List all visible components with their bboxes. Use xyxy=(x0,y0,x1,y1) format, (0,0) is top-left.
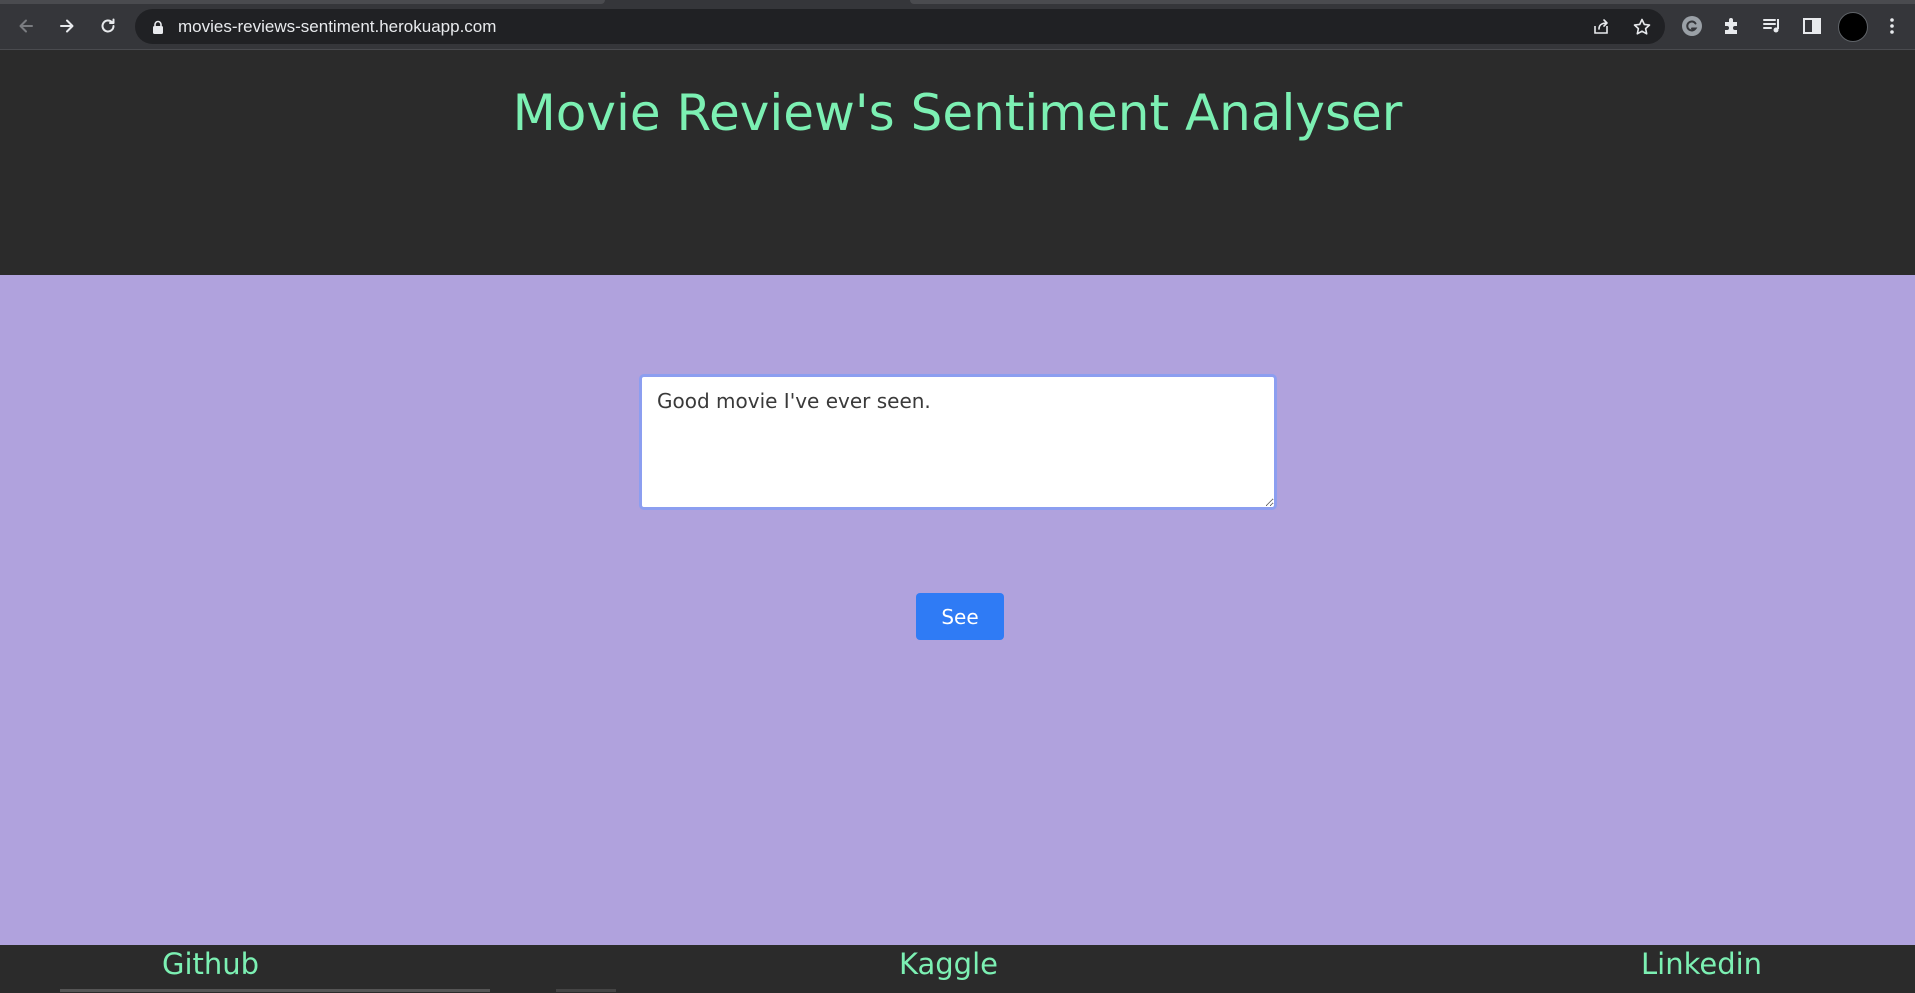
star-icon[interactable] xyxy=(1632,17,1652,37)
reload-button[interactable] xyxy=(92,10,124,42)
url-text[interactable]: movies-reviews-sentiment.herokuapp.com xyxy=(178,17,496,37)
page-title: Movie Review's Sentiment Analyser xyxy=(512,84,1403,142)
browser-window: movies-reviews-sentiment.herokuapp.com M… xyxy=(0,0,1915,993)
puzzle-icon[interactable] xyxy=(1720,14,1744,38)
tab-strip-edge xyxy=(910,0,1915,4)
back-button[interactable] xyxy=(10,10,42,42)
page-header: Movie Review's Sentiment Analyser xyxy=(0,50,1915,275)
review-input[interactable]: Good movie I've ever seen. xyxy=(639,374,1277,510)
horizontal-scrollbar[interactable] xyxy=(60,989,490,992)
tab-strip-edge xyxy=(0,0,605,4)
share-icon[interactable] xyxy=(1591,17,1611,37)
github-link[interactable]: Github xyxy=(162,947,259,981)
side-panel-icon[interactable] xyxy=(1800,14,1824,38)
grammarly-icon[interactable] xyxy=(1680,14,1704,38)
kaggle-link[interactable]: Kaggle xyxy=(899,947,998,981)
address-bar[interactable]: movies-reviews-sentiment.herokuapp.com xyxy=(135,9,1665,44)
kebab-menu-icon[interactable] xyxy=(1880,14,1904,38)
back-arrow-icon xyxy=(19,19,33,33)
footer: Github Kaggle Linkedin xyxy=(0,945,1915,993)
horizontal-scrollbar-thumb[interactable] xyxy=(556,989,616,992)
main-content: Good movie I've ever seen. See xyxy=(0,275,1915,945)
media-playlist-icon[interactable] xyxy=(1760,14,1784,38)
forward-button[interactable] xyxy=(51,10,83,42)
lock-icon[interactable] xyxy=(151,20,165,34)
reload-icon xyxy=(101,18,115,33)
linkedin-link[interactable]: Linkedin xyxy=(1641,947,1762,981)
avatar[interactable] xyxy=(1838,12,1868,42)
see-button[interactable]: See xyxy=(916,593,1004,640)
browser-toolbar: movies-reviews-sentiment.herokuapp.com xyxy=(0,0,1915,50)
forward-arrow-icon xyxy=(60,19,74,33)
